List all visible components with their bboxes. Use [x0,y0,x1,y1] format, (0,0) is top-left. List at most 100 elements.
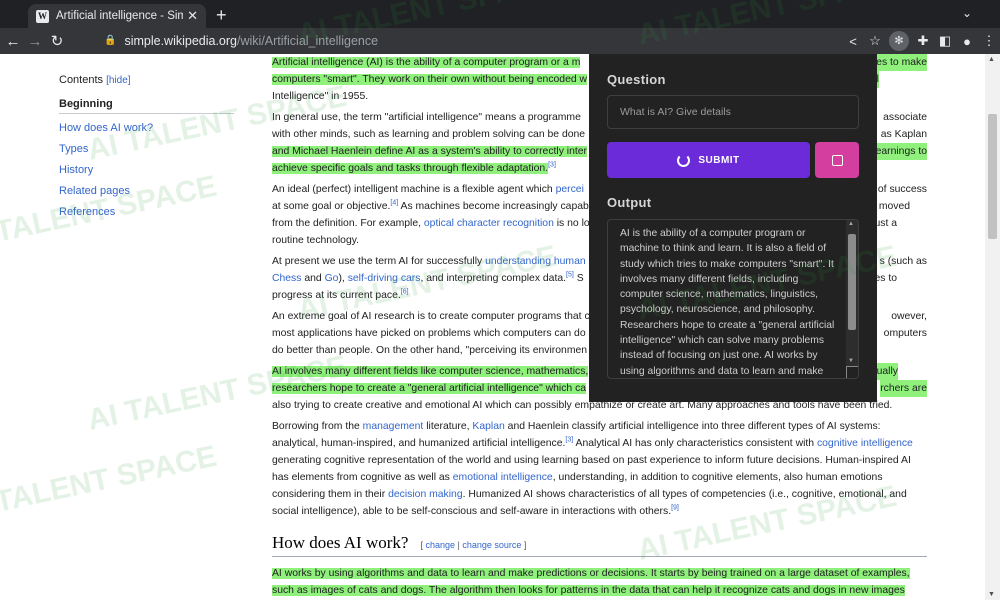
scroll-up-arrow-icon[interactable]: ▲ [988,56,995,63]
toc-hide-link[interactable]: [hide] [106,75,130,86]
question-label: Question [607,72,666,87]
text: researchers hope to create a "general ar… [272,383,587,394]
section-title: How does AI work? [272,533,409,552]
change-link[interactable]: change [425,540,455,550]
submit-button[interactable]: SUBMIT [607,142,810,178]
text: es to make [876,54,927,71]
toc-item-references[interactable]: References [59,206,239,218]
emotional-intelligence-link[interactable]: emotional intelligence [453,472,553,483]
extension-ai-icon[interactable]: ✻ [889,31,909,51]
section-heading-how-does-ai-work: How does AI work? [ change | change sour… [272,534,927,557]
toc-item-history[interactable]: History [59,164,239,176]
go-link[interactable]: Go [325,273,339,284]
chess-link[interactable]: Chess [272,273,301,284]
question-input[interactable]: What is AI? Give details [607,95,859,129]
text: omputers [883,328,927,339]
text: routine technology. [272,235,360,246]
change-source-link[interactable]: change source [462,540,521,550]
text: and Michael Haenlein define AI as a syst… [272,146,588,157]
text: , understanding, in addition to cognitiv… [552,472,883,483]
extensions-puzzle-icon[interactable]: ✚ [912,33,934,49]
text: ust a [874,218,897,229]
close-tab-icon[interactable]: ✕ [187,8,198,24]
scroll-down-arrow-icon[interactable]: ▼ [988,591,995,598]
paragraph-types: Borrowing from the management literature… [272,418,927,520]
address-bar[interactable]: 🔒 simple.wikipedia.org/wiki/Artificial_i… [104,30,804,52]
text: Intelligence" in 1955. [272,91,369,102]
scrollbar-thumb[interactable] [988,114,997,239]
text: associate [883,112,927,123]
wikipedia-favicon-icon: W [36,9,49,23]
text: analytical, human-inspired, and humanize… [272,438,566,449]
text: In general use, the term "artificial int… [272,112,581,123]
reference[interactable]: [9] [671,505,679,512]
toolbar-icons: < ☆ ✻ ✚ ◧ ● ⋮ [842,28,1000,54]
output-scroll-up-icon[interactable]: ▲ [848,221,854,227]
output-scrollbar[interactable]: ▲ ▼ [846,220,858,378]
profile-icon[interactable]: ● [956,34,978,49]
bookmark-star-icon[interactable]: ☆ [864,33,886,49]
management-link[interactable]: management [363,421,424,432]
reload-icon[interactable]: ↻ [46,32,68,50]
text: , and interpreting complex data. [420,273,567,284]
text: and [301,273,325,284]
toc-item-types[interactable]: Types [59,143,239,155]
forward-arrow-icon[interactable]: → [24,33,46,50]
text: social intelligence), able to be self-co… [272,506,672,517]
toc-item-beginning[interactable]: Beginning [59,98,239,110]
text: S [573,273,584,284]
toc-item-related-pages[interactable]: Related pages [59,185,239,197]
text: An ideal (perfect) intelligent machine i… [272,184,556,195]
text: Borrowing from the [272,421,363,432]
text: . Humanized AI shows characteristics of … [462,489,907,500]
perceives-link[interactable]: percei [556,184,584,195]
tab-search-chevron-icon[interactable]: ⌄ [962,6,972,20]
side-panel-icon[interactable]: ◧ [934,33,956,49]
bracket-close: ] [521,540,527,550]
text: rchers are [880,380,927,397]
page-scrollbar[interactable]: ▲ ▼ [985,54,1000,600]
reference[interactable]: [6] [401,289,409,296]
toc-title: Contents [59,74,104,86]
text: owever, [891,311,927,322]
output-scrollbar-thumb[interactable] [848,234,856,330]
new-tab-button[interactable]: + [216,5,227,26]
self-driving-cars-link[interactable]: self-driving cars [348,273,421,284]
url-path: /wiki/Artificial_intelligence [237,34,379,48]
text: Analytical AI has only characteristics c… [573,438,817,449]
text: achieve specific goals and tasks through… [272,163,549,174]
stop-button[interactable] [815,142,859,178]
text: An extreme goal of AI research is to cre… [272,311,590,322]
kaplan-link[interactable]: Kaplan [472,421,504,432]
reference[interactable]: [5] [566,272,574,279]
text: such as images of cats and dogs. The alg… [272,585,905,596]
text: ually [876,363,898,380]
text: at some goal or objective. [272,201,391,212]
resize-grip-icon[interactable] [846,366,858,378]
browser-toolbar: ← → ↻ 🔒 simple.wikipedia.org/wiki/Artifi… [0,28,1000,54]
text: do better than people. On the other hand… [272,345,588,356]
text: moved [878,201,910,212]
text: ), [338,273,348,284]
back-arrow-icon[interactable]: ← [2,33,24,50]
text: generating cognitive representation of t… [272,455,911,466]
lock-icon: 🔒 [104,35,117,46]
ocr-link[interactable]: optical character recognition [424,218,554,229]
toc-item-how-does-ai-work[interactable]: How does AI work? [59,122,239,134]
share-icon[interactable]: < [842,34,864,49]
text: s (such as [879,256,927,267]
cognitive-intelligence-link[interactable]: cognitive intelligence [817,438,913,449]
text: most applications have picked on problem… [272,328,586,339]
output-textarea[interactable]: AI is the ability of a computer program … [607,219,859,379]
text: At present we use the term AI for succes… [272,256,486,267]
reference[interactable]: [3] [548,162,556,169]
text: es to [874,273,897,284]
browser-tab[interactable]: W Artificial intelligence - Simple ✕ [28,4,206,28]
text: considering them in their [272,489,389,500]
menu-kebab-icon[interactable]: ⋮ [978,33,1000,49]
toc-divider [59,113,234,114]
understanding-human-link[interactable]: understanding human [485,256,586,267]
output-scroll-down-icon[interactable]: ▼ [848,358,854,364]
text: as Kaplan [880,129,927,140]
decision-making-link[interactable]: decision making [388,489,463,500]
